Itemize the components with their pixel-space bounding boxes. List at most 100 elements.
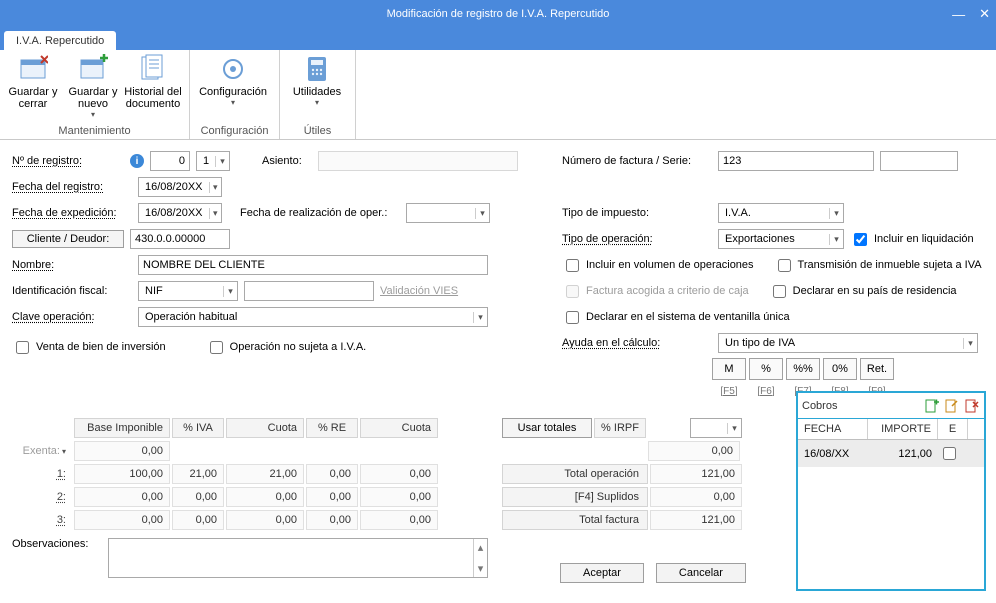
clave-operacion-select[interactable]: Operación habitual▾ <box>138 307 488 327</box>
row1-cuotare[interactable]: 0,00 <box>360 464 438 484</box>
row2-cuotare[interactable]: 0,00 <box>360 487 438 507</box>
guardar-nuevo-button[interactable]: Guardar y nuevo ▾ <box>64 52 122 121</box>
add-cobro-icon[interactable] <box>924 398 940 414</box>
edit-cobro-icon[interactable] <box>944 398 960 414</box>
cobros-col-importe[interactable]: IMPORTE <box>868 419 938 439</box>
tipo-impuesto-label: Tipo de impuesto: <box>562 207 712 219</box>
row3-cuota[interactable]: 0,00 <box>226 510 304 530</box>
calc-zero-button[interactable]: 0% <box>823 358 857 380</box>
tipo-operacion-select[interactable]: Exportaciones▾ <box>718 229 844 249</box>
row2-pre[interactable]: 0,00 <box>306 487 358 507</box>
nombre-input[interactable] <box>138 255 488 275</box>
row2-base[interactable]: 0,00 <box>74 487 170 507</box>
total-factura-label: Total factura <box>502 510 648 530</box>
calc-ret-button[interactable]: Ret. <box>860 358 894 380</box>
num-registro-input[interactable] <box>150 151 190 171</box>
exenta-value[interactable]: 0,00 <box>74 441 170 461</box>
incluir-volumen-checkbox[interactable]: Incluir en volumen de operaciones <box>562 256 754 275</box>
row3-cuotare[interactable]: 0,00 <box>360 510 438 530</box>
tipo-operacion-label: Tipo de operación: <box>562 233 712 245</box>
cliente-input[interactable] <box>130 229 230 249</box>
fkey-label: [F6] <box>749 386 783 397</box>
fecha-realizacion-select[interactable]: ▾ <box>406 203 490 223</box>
row2-cuota[interactable]: 0,00 <box>226 487 304 507</box>
chevron-down-icon: ▾ <box>209 208 222 219</box>
cobros-title: Cobros <box>802 400 837 412</box>
suplidos-label[interactable]: [F4] Suplidos <box>502 487 648 507</box>
chevron-down-icon: ▾ <box>215 156 229 167</box>
id-fiscal-tipo-select[interactable]: NIF▾ <box>138 281 238 301</box>
calc-m-button[interactable]: M <box>712 358 746 380</box>
nombre-label: Nombre: <box>12 259 132 271</box>
chevron-down-icon: ▾ <box>223 286 237 297</box>
tipo-impuesto-select[interactable]: I.V.A.▾ <box>718 203 844 223</box>
chevron-down-icon: ▾ <box>727 423 741 434</box>
incluir-liquidacion-checkbox[interactable]: Incluir en liquidación <box>850 230 974 249</box>
irpf-select[interactable]: ▾ <box>690 418 742 438</box>
scrollbar[interactable]: ▴▾ <box>473 539 487 577</box>
delete-cobro-icon[interactable] <box>964 398 980 414</box>
cobros-row[interactable]: 16/08/XX 121,00 <box>798 440 984 467</box>
row2-piva[interactable]: 0,00 <box>172 487 224 507</box>
venta-inversion-checkbox[interactable]: Venta de bien de inversión <box>12 338 166 357</box>
chevron-down-icon: ▾ <box>829 208 843 219</box>
col-piva: % IVA <box>172 418 224 438</box>
num-registro-label: Nº de registro: <box>12 155 124 167</box>
minimize-button[interactable]: — <box>952 7 965 22</box>
op-no-sujeta-checkbox[interactable]: Operación no sujeta a I.V.A. <box>206 338 367 357</box>
calc-percent2-button[interactable]: %% <box>786 358 820 380</box>
row3-pre[interactable]: 0,00 <box>306 510 358 530</box>
cliente-deudor-button[interactable]: Cliente / Deudor: <box>12 230 124 248</box>
numfact-serie-input[interactable] <box>880 151 958 171</box>
fecha-registro-select[interactable]: 16/08/20XX▾ <box>138 177 222 197</box>
title-bar: Modificación de registro de I.V.A. Reper… <box>0 0 996 28</box>
declarar-ventanilla-checkbox[interactable]: Declarar en el sistema de ventanilla úni… <box>562 308 790 327</box>
numfact-input[interactable] <box>718 151 874 171</box>
close-button[interactable]: ✕ <box>979 6 990 22</box>
ribbon-group-label: Configuración <box>194 125 275 139</box>
aceptar-button[interactable]: Aceptar <box>560 563 644 583</box>
ayuda-calculo-select[interactable]: Un tipo de IVA▾ <box>718 333 978 353</box>
chevron-down-icon[interactable]: ▾ <box>62 447 66 456</box>
row3-base[interactable]: 0,00 <box>74 510 170 530</box>
fecha-expedicion-select[interactable]: 16/08/20XX▾ <box>138 203 222 223</box>
row1-cuota[interactable]: 21,00 <box>226 464 304 484</box>
row1-piva[interactable]: 21,00 <box>172 464 224 484</box>
ribbon-group-label: Útiles <box>284 125 351 139</box>
row1-pre[interactable]: 0,00 <box>306 464 358 484</box>
row2-label: 2: <box>12 491 72 503</box>
exenta-label: Exenta:▾ <box>12 445 72 457</box>
num-registro-serie-select[interactable]: 1▾ <box>196 151 230 171</box>
info-icon[interactable]: i <box>130 154 144 168</box>
suplidos-value[interactable]: 0,00 <box>650 487 742 507</box>
cobros-col-e[interactable]: E <box>938 419 968 439</box>
cobros-row-e[interactable] <box>938 440 960 467</box>
tab-iva-repercutido[interactable]: I.V.A. Repercutido <box>4 31 116 50</box>
observaciones-textarea[interactable]: ▴▾ <box>108 538 488 578</box>
cancelar-button[interactable]: Cancelar <box>656 563 746 583</box>
validacion-vies-link[interactable]: Validación VIES <box>380 285 458 297</box>
transmision-inmueble-checkbox[interactable]: Transmisión de inmueble sujeta a IVA <box>774 256 982 275</box>
id-fiscal-label: Identificación fiscal: <box>12 285 132 297</box>
save-close-icon <box>18 54 48 84</box>
window-title: Modificación de registro de I.V.A. Reper… <box>387 8 610 20</box>
row3-piva[interactable]: 0,00 <box>172 510 224 530</box>
row1-base[interactable]: 100,00 <box>74 464 170 484</box>
irpf-value[interactable]: 0,00 <box>648 441 740 461</box>
cobros-col-fecha[interactable]: FECHA <box>798 419 868 439</box>
declarar-pais-checkbox[interactable]: Declarar en su país de residencia <box>769 282 957 301</box>
calc-percent-button[interactable]: % <box>749 358 783 380</box>
guardar-cerrar-button[interactable]: Guardar y cerrar <box>4 52 62 112</box>
chevron-down-icon: ▾ <box>829 234 843 245</box>
total-factura-value: 121,00 <box>650 510 742 530</box>
utilidades-button[interactable]: Utilidades ▾ <box>284 52 350 109</box>
configuracion-button[interactable]: Configuración ▾ <box>194 52 272 109</box>
fecha-registro-label: Fecha del registro: <box>12 181 132 193</box>
col-base: Base Imponible <box>74 418 170 438</box>
tab-strip: I.V.A. Repercutido <box>0 28 996 50</box>
cobros-row-importe: 121,00 <box>868 444 938 464</box>
id-fiscal-valor-input[interactable] <box>244 281 374 301</box>
chevron-down-icon: ▾ <box>231 98 235 107</box>
historial-button[interactable]: Historial del documento <box>124 52 182 112</box>
usar-totales-button[interactable]: Usar totales <box>502 418 592 438</box>
